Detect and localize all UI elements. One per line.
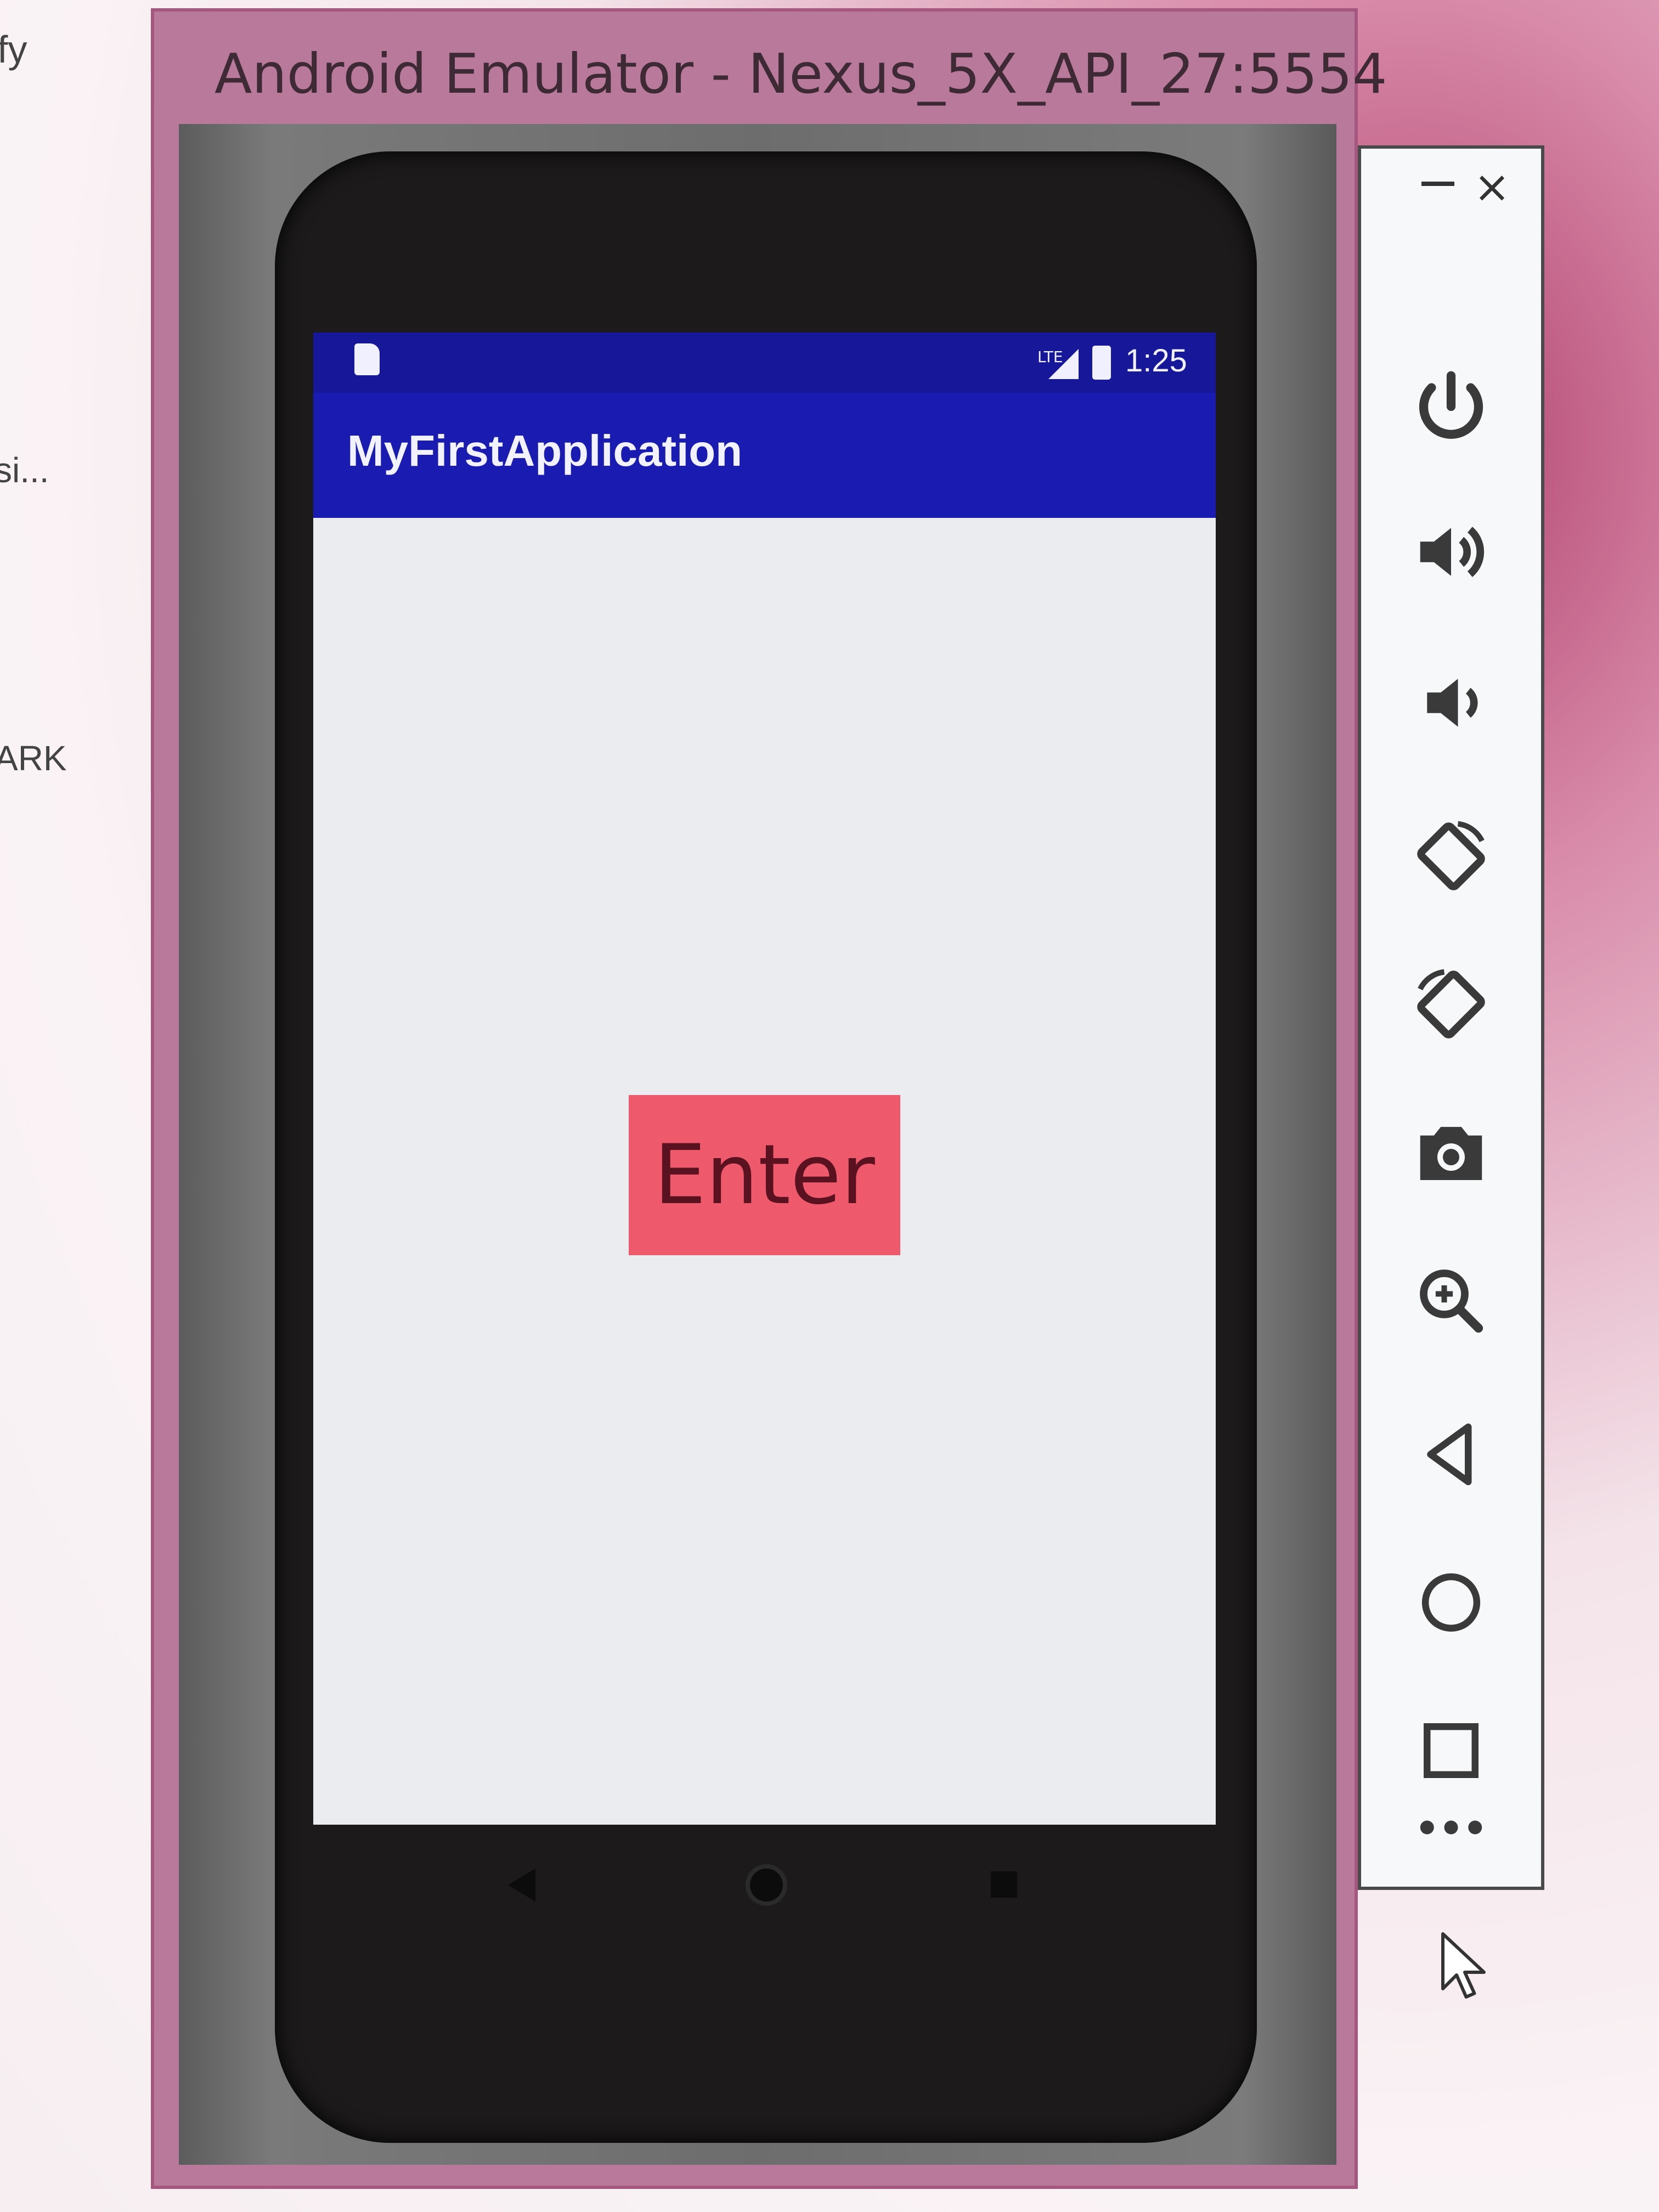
emulator-toolbar: × xyxy=(1358,145,1544,1890)
android-nav-bar xyxy=(313,1825,1216,1940)
nav-back-icon[interactable] xyxy=(508,1869,535,1901)
camera-icon xyxy=(1420,1127,1482,1180)
enter-button[interactable]: Enter xyxy=(629,1095,900,1255)
rotate-left-icon xyxy=(1417,821,1485,890)
rotate-left-button[interactable] xyxy=(1361,796,1541,917)
rotate-right-button[interactable] xyxy=(1361,944,1541,1065)
device-frame: LTE 1:25 MyFirstApplication Enter xyxy=(179,124,1336,2165)
volume-down-button[interactable] xyxy=(1361,642,1541,763)
desktop-label: si... xyxy=(0,450,49,490)
phone-body: LTE 1:25 MyFirstApplication Enter xyxy=(275,151,1257,2143)
back-icon xyxy=(1427,1423,1472,1486)
more-button[interactable] xyxy=(1361,1773,1541,1882)
volume-down-icon xyxy=(1427,679,1478,727)
back-button[interactable] xyxy=(1361,1394,1541,1515)
sd-card-icon xyxy=(354,343,380,375)
nav-home-icon[interactable] xyxy=(746,1864,787,1906)
close-icon[interactable]: × xyxy=(1474,165,1510,209)
status-bar: LTE 1:25 xyxy=(313,332,1216,393)
power-icon xyxy=(1419,371,1483,439)
desktop-label: fy xyxy=(0,28,27,71)
nav-recent-icon[interactable] xyxy=(991,1871,1017,1898)
screenshot-button[interactable] xyxy=(1361,1092,1541,1213)
volume-up-button[interactable] xyxy=(1361,492,1541,612)
zoom-button[interactable] xyxy=(1361,1240,1541,1361)
status-time: 1:25 xyxy=(1125,343,1187,379)
more-icon xyxy=(1420,1820,1482,1835)
signal-icon xyxy=(1048,349,1079,379)
volume-up-icon xyxy=(1420,527,1485,577)
app-bar: MyFirstApplication xyxy=(313,393,1216,518)
phone-screen[interactable]: LTE 1:25 MyFirstApplication Enter xyxy=(313,332,1216,1825)
mouse-cursor-icon xyxy=(1441,1932,1486,1999)
battery-icon xyxy=(1092,346,1111,380)
emulator-window: Android Emulator - Nexus_5X_API_27:5554 … xyxy=(151,8,1387,2189)
home-icon xyxy=(1421,1573,1481,1632)
app-title: MyFirstApplication xyxy=(347,426,743,475)
window-title: Android Emulator - Nexus_5X_API_27:5554 xyxy=(215,42,1387,106)
power-button[interactable] xyxy=(1361,346,1541,467)
zoom-icon xyxy=(1420,1269,1483,1333)
home-button[interactable] xyxy=(1361,1542,1541,1663)
minimize-icon[interactable] xyxy=(1421,182,1454,186)
desktop-label: ARK xyxy=(0,738,67,778)
rotate-right-icon xyxy=(1417,969,1485,1039)
